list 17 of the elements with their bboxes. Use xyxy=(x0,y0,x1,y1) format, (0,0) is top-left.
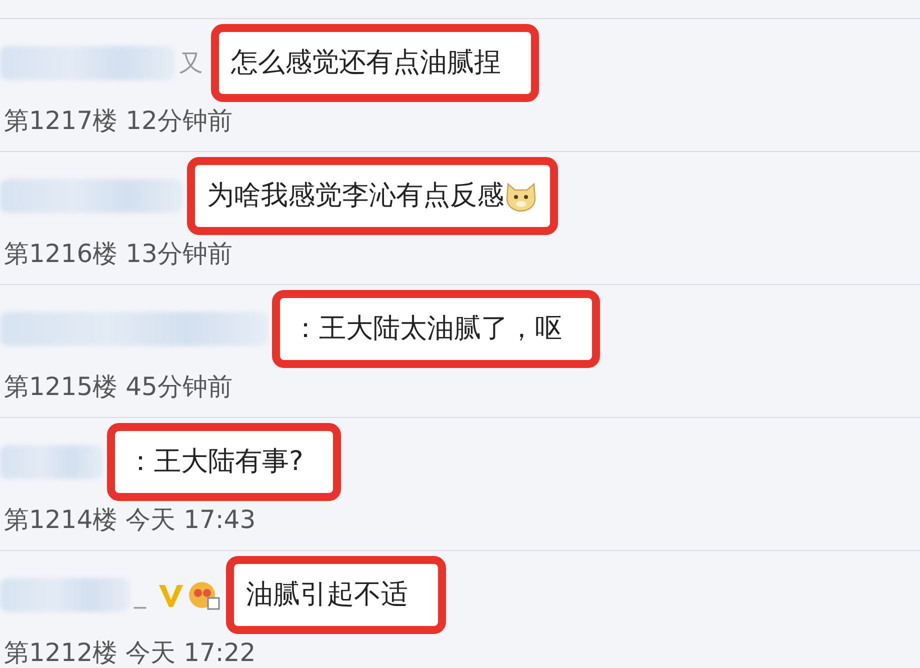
post-time: 12分钟前 xyxy=(126,105,232,137)
floor-number: 第1217楼 xyxy=(4,105,118,137)
comment-text: 油腻引起不适 xyxy=(246,578,408,612)
post-time: 13分钟前 xyxy=(126,238,232,270)
post-time: 今天 17:43 xyxy=(126,504,256,536)
comment-text: ：王大陆有事? xyxy=(127,444,304,479)
comment-text: ：王大陆太油腻了，呕 xyxy=(292,312,562,346)
comment-text: 为啥我感觉李沁有点反感 xyxy=(207,178,504,213)
username-text: _ xyxy=(134,580,146,611)
floor-number: 第1216楼 xyxy=(4,238,118,270)
floor-number: 第1214楼 xyxy=(4,504,118,536)
username-text: 又 xyxy=(179,48,203,79)
post-time: 45分钟前 xyxy=(126,371,232,403)
floor-number: 第1215楼 xyxy=(4,371,118,403)
post-time: 今天 17:22 xyxy=(126,637,256,668)
comment-text: 怎么感觉还有点油腻捏 xyxy=(231,46,501,80)
floor-number: 第1212楼 xyxy=(4,637,118,668)
